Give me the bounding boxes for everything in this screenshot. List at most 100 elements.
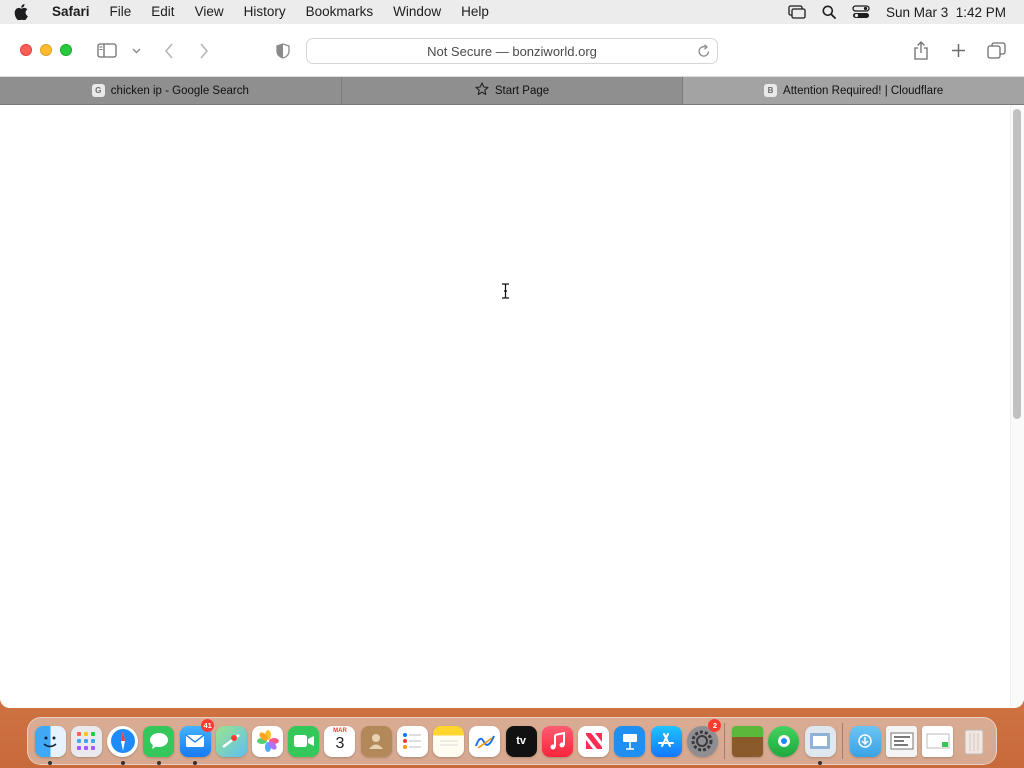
dock-messages[interactable] <box>141 721 177 765</box>
dock-tv[interactable]: tv <box>503 721 539 761</box>
dock-app-store[interactable] <box>648 721 684 761</box>
dock-music[interactable] <box>539 721 575 761</box>
messages-icon <box>143 725 175 757</box>
music-icon <box>541 725 573 757</box>
screen-mirroring-icon[interactable] <box>788 5 806 19</box>
tab-label: Start Page <box>494 84 550 97</box>
finder-icon <box>34 725 66 757</box>
dock-notes[interactable] <box>431 721 467 761</box>
news-icon <box>578 725 610 757</box>
safari-icon <box>107 725 139 757</box>
share-icon[interactable] <box>911 24 931 77</box>
tab-bar: G chicken ip - Google Search Start Page … <box>0 77 1024 105</box>
window-controls <box>20 44 72 56</box>
apple-tv-icon: tv <box>505 725 537 757</box>
tab-label: Attention Required! | Cloudflare <box>783 84 944 97</box>
apple-menu-icon[interactable] <box>14 4 40 20</box>
dock-finder[interactable] <box>32 721 68 765</box>
dock-safari[interactable] <box>104 721 140 765</box>
zoom-window-button[interactable] <box>60 44 72 56</box>
dock-launchpad[interactable] <box>68 721 104 761</box>
calendar-icon: MAR 3 <box>324 725 356 757</box>
facetime-icon <box>288 725 320 757</box>
dock-separator <box>724 723 726 759</box>
dock-system-settings[interactable]: 2 <box>684 719 722 761</box>
tab-google-search[interactable]: G chicken ip - Google Search <box>0 77 342 104</box>
dock-screenshots-stack[interactable] <box>883 721 919 761</box>
menu-history[interactable]: History <box>234 0 296 24</box>
preview-icon <box>804 725 836 757</box>
dock-maps[interactable] <box>213 721 249 761</box>
dock-news[interactable] <box>576 721 612 761</box>
safari-toolbar: Not Secure — bonziworld.org <box>0 24 1024 77</box>
contacts-icon <box>360 725 392 757</box>
menu-view[interactable]: View <box>185 0 234 24</box>
address-text[interactable]: Not Secure — bonziworld.org <box>427 44 597 59</box>
dock-separator <box>842 723 844 759</box>
menu-window[interactable]: Window <box>383 0 451 24</box>
dock-freeform[interactable] <box>467 721 503 761</box>
tv-label: tv <box>516 735 527 747</box>
maps-icon <box>215 725 247 757</box>
scrollbar-thumb[interactable] <box>1013 109 1021 419</box>
close-window-button[interactable] <box>20 44 32 56</box>
menu-file[interactable]: File <box>100 0 142 24</box>
menubar-clock[interactable]: Sun Mar 3 1:42 PM <box>886 5 1006 20</box>
page-content[interactable] <box>0 105 1024 707</box>
minimize-window-button[interactable] <box>40 44 52 56</box>
menu-app-name[interactable]: Safari <box>40 0 100 24</box>
calendar-day: 3 <box>335 734 345 752</box>
tab-label: chicken ip - Google Search <box>110 84 249 97</box>
minecraft-icon <box>732 725 764 757</box>
dock-reminders[interactable] <box>394 721 430 761</box>
dock-calendar[interactable]: MAR 3 <box>322 721 358 761</box>
launchpad-icon <box>70 725 102 757</box>
dock-recent-document[interactable] <box>920 721 956 761</box>
dock-preview[interactable] <box>802 721 838 765</box>
dock-photos[interactable] <box>249 721 285 761</box>
downloads-folder-icon <box>849 725 881 757</box>
dock-find-my[interactable] <box>766 721 802 761</box>
menu-bookmarks[interactable]: Bookmarks <box>296 0 384 24</box>
dock-minecraft[interactable] <box>729 721 765 761</box>
chevron-down-icon[interactable] <box>130 24 142 77</box>
dock-contacts[interactable] <box>358 721 394 761</box>
text-cursor-icon <box>501 283 510 304</box>
menu-help[interactable]: Help <box>451 0 499 24</box>
dock-downloads-folder[interactable] <box>847 721 883 761</box>
find-my-icon <box>768 725 800 757</box>
photos-icon <box>252 725 284 757</box>
forward-arrow-icon[interactable] <box>196 24 212 77</box>
tab-start-page[interactable]: Start Page <box>342 77 684 104</box>
control-center-icon[interactable] <box>852 5 870 19</box>
menu-bar: Safari File Edit View History Bookmarks … <box>0 0 1024 24</box>
dock: 41 MAR 3 tv 2 <box>27 717 997 765</box>
menu-edit[interactable]: Edit <box>141 0 184 24</box>
tab-overview-icon[interactable] <box>985 24 1007 77</box>
dock-mail[interactable]: 41 <box>177 719 215 765</box>
back-arrow-icon[interactable] <box>161 24 177 77</box>
tab-cloudflare[interactable]: B Attention Required! | Cloudflare <box>683 77 1024 104</box>
google-favicon-icon: G <box>91 84 105 97</box>
document-icon <box>922 725 954 757</box>
settings-badge: 2 <box>708 719 722 732</box>
dock-trash[interactable] <box>956 721 992 761</box>
dock-keynote[interactable] <box>612 721 648 761</box>
address-bar[interactable]: Not Secure — bonziworld.org <box>306 38 718 64</box>
reload-icon[interactable] <box>697 43 711 62</box>
screenshots-stack-icon <box>886 725 917 757</box>
vertical-scrollbar[interactable] <box>1010 105 1024 707</box>
dock-facetime[interactable] <box>286 721 322 761</box>
trash-icon <box>958 726 989 757</box>
calendar-month: MAR <box>333 727 347 734</box>
spotlight-search-icon[interactable] <box>822 5 836 19</box>
freeform-icon <box>469 725 501 757</box>
sidebar-toggle-icon[interactable] <box>96 24 118 77</box>
safari-window: Not Secure — bonziworld.org G chicken ip… <box>0 24 1024 708</box>
cloudflare-favicon-icon: B <box>764 84 778 97</box>
reminders-icon <box>396 725 428 757</box>
new-tab-plus-icon[interactable] <box>948 24 968 77</box>
app-store-icon <box>650 725 682 757</box>
keynote-icon <box>614 725 646 757</box>
privacy-shield-icon[interactable] <box>274 24 292 77</box>
